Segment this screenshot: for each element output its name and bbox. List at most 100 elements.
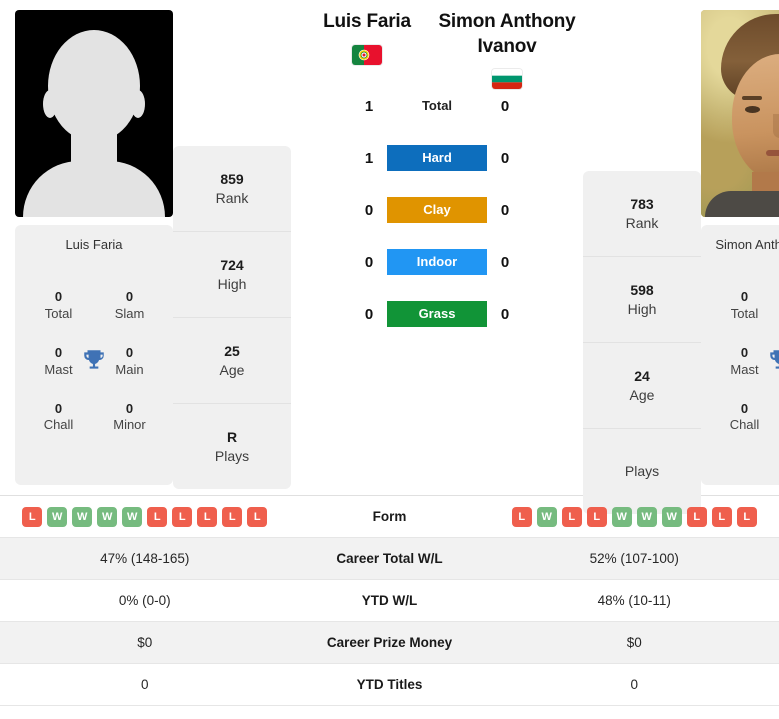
avatar-placeholder-ear-right [131, 90, 145, 118]
right-trophy-total: 0 Total [709, 289, 779, 323]
right-player-photo[interactable] [701, 10, 779, 217]
left-player-photo[interactable] [15, 10, 173, 217]
form-badge-loss[interactable]: L [197, 506, 218, 527]
left-ytd-wl-value: 0% (0-0) [118, 593, 171, 608]
form-badge-loss[interactable]: L [711, 506, 732, 527]
h2h-total-left-score: 1 [364, 97, 374, 115]
form-badge-loss[interactable]: L [736, 506, 757, 527]
right-trophy-chall: 0 Chall [709, 401, 779, 435]
left-age-value: 25 [224, 342, 240, 359]
left-trophy-total-value: 0 [54, 289, 63, 304]
portrait-shoulders [705, 191, 779, 217]
left-rank-value: 859 [220, 170, 244, 187]
left-info-rank: 859 Rank [173, 146, 291, 232]
left-trophy-chall: 0 Chall [23, 401, 94, 435]
h2h-hard-chip[interactable]: Hard [387, 145, 487, 172]
left-form-cell: LWWWWLLLLL [0, 506, 290, 527]
form-badge-win[interactable]: W [47, 506, 68, 527]
avatar-placeholder-ear-left [43, 90, 57, 118]
player-comparison-page: Luis Faria 0 Total 0 Slam 0 Mast 0 Main … [0, 0, 779, 719]
h2h-grass-right-score: 0 [500, 305, 510, 323]
left-trophy-slam-label: Slam [114, 305, 145, 321]
left-player-name-block: Luis Faria [297, 10, 437, 65]
form-badge-win[interactable]: W [72, 506, 93, 527]
row-label-form: Form [372, 509, 407, 524]
bulgaria-flag-icon [492, 69, 522, 90]
form-badge-win[interactable]: W [97, 506, 118, 527]
h2h-clay-chip[interactable]: Clay [387, 197, 487, 224]
form-badge-loss[interactable]: L [22, 506, 43, 527]
left-form-strip: LWWWWLLLLL [22, 506, 268, 527]
form-badge-loss[interactable]: L [511, 506, 532, 527]
right-plays-label: Plays [624, 463, 660, 480]
h2h-grass-chip[interactable]: Grass [387, 301, 487, 328]
right-prize-money-value: $0 [626, 635, 642, 650]
left-trophy-chall-label: Chall [43, 417, 74, 433]
portrait-nose [773, 114, 779, 138]
form-badge-win[interactable]: W [122, 506, 143, 527]
left-trophy-total: 0 Total [23, 289, 94, 323]
h2h-indoor-right-score: 0 [500, 253, 510, 271]
left-info-card: 859 Rank 724 High 25 Age R Plays [173, 146, 291, 489]
portrait-eye-left [745, 106, 760, 113]
left-trophy-total-label: Total [44, 305, 73, 321]
right-high-label: High [627, 300, 657, 317]
h2h-indoor-left-score: 0 [364, 253, 374, 271]
trophy-icon [81, 347, 107, 373]
h2h-row-clay: 0 Clay 0 [342, 197, 532, 224]
right-trophy-total-value: 0 [740, 289, 749, 304]
table-row: 0 YTD Titles 0 [0, 664, 779, 706]
form-badge-win[interactable]: W [536, 506, 557, 527]
left-high-label: High [217, 275, 247, 292]
left-info-column: 859 Rank 724 High 25 Age R Plays [173, 10, 291, 489]
form-badge-win[interactable]: W [611, 506, 632, 527]
table-row: $0 Career Prize Money $0 [0, 622, 779, 664]
right-rank-value: 783 [630, 195, 654, 212]
surface-breakdown-list: 1 Total 0 1 Hard 0 0 Clay 0 0 Indoor 0 0… [342, 93, 532, 328]
h2h-indoor-chip[interactable]: Indoor [387, 249, 487, 276]
comparison-stats-table: LWWWWLLLLL Form LWLLWWWLLL 47% (148-165)… [0, 495, 779, 706]
compare-section: Luis Faria 0 Total 0 Slam 0 Mast 0 Main … [0, 0, 779, 514]
left-player-name[interactable]: Luis Faria [297, 10, 437, 35]
h2h-total-label: Total [421, 98, 453, 114]
right-info-rank: 783 Rank [583, 171, 701, 257]
form-badge-loss[interactable]: L [686, 506, 707, 527]
left-trophy-minor-value: 0 [125, 400, 134, 416]
h2h-grass-left-score: 0 [364, 305, 374, 323]
h2h-hard-left-score: 1 [364, 149, 374, 167]
right-player-portrait-image [701, 10, 779, 217]
trophy-icon [767, 347, 779, 373]
portrait-brow-left [742, 96, 762, 100]
left-trophy-slam-value: 0 [125, 289, 134, 304]
form-badge-win[interactable]: W [661, 506, 682, 527]
left-high-value: 724 [220, 256, 244, 273]
right-trophy-card: Simon Anthony Ivanov 0 Total 0 Slam [701, 225, 779, 485]
right-player-name-block: Simon Anthony Ivanov [437, 10, 577, 90]
left-trophy-card: Luis Faria 0 Total 0 Slam 0 Mast 0 Main … [15, 225, 173, 485]
head-to-head-column: Luis Faria Simon Anthony Ivanov 1 Total … [291, 10, 583, 328]
right-trophy-chall-label: Chall [729, 417, 760, 433]
right-age-label: Age [629, 386, 655, 403]
right-career-wl-value: 52% (107-100) [589, 551, 679, 566]
left-ytd-titles-value: 0 [140, 677, 149, 692]
right-ytd-titles-value: 0 [630, 677, 638, 692]
form-badge-win[interactable]: W [636, 506, 657, 527]
left-trophy-minor-label: Minor [113, 417, 146, 433]
form-badge-loss[interactable]: L [222, 506, 243, 527]
right-age-value: 24 [634, 367, 650, 384]
row-label-ytd-titles: YTD Titles [356, 677, 423, 692]
right-player-name[interactable]: Simon Anthony Ivanov [437, 10, 577, 59]
form-badge-loss[interactable]: L [247, 506, 268, 527]
left-prize-money-value: $0 [137, 635, 153, 650]
form-badge-loss[interactable]: L [172, 506, 193, 527]
right-trophy-total-label: Total [730, 305, 759, 321]
right-player-column: Simon Anthony Ivanov 0 Total 0 Slam [701, 10, 779, 485]
form-badge-loss[interactable]: L [561, 506, 582, 527]
form-badge-loss[interactable]: L [586, 506, 607, 527]
left-rank-label: Rank [215, 189, 249, 206]
right-info-age: 24 Age [583, 343, 701, 429]
h2h-clay-right-score: 0 [500, 201, 510, 219]
right-info-high: 598 High [583, 257, 701, 343]
form-badge-loss[interactable]: L [147, 506, 168, 527]
left-trophy-card-name: Luis Faria [65, 237, 123, 252]
